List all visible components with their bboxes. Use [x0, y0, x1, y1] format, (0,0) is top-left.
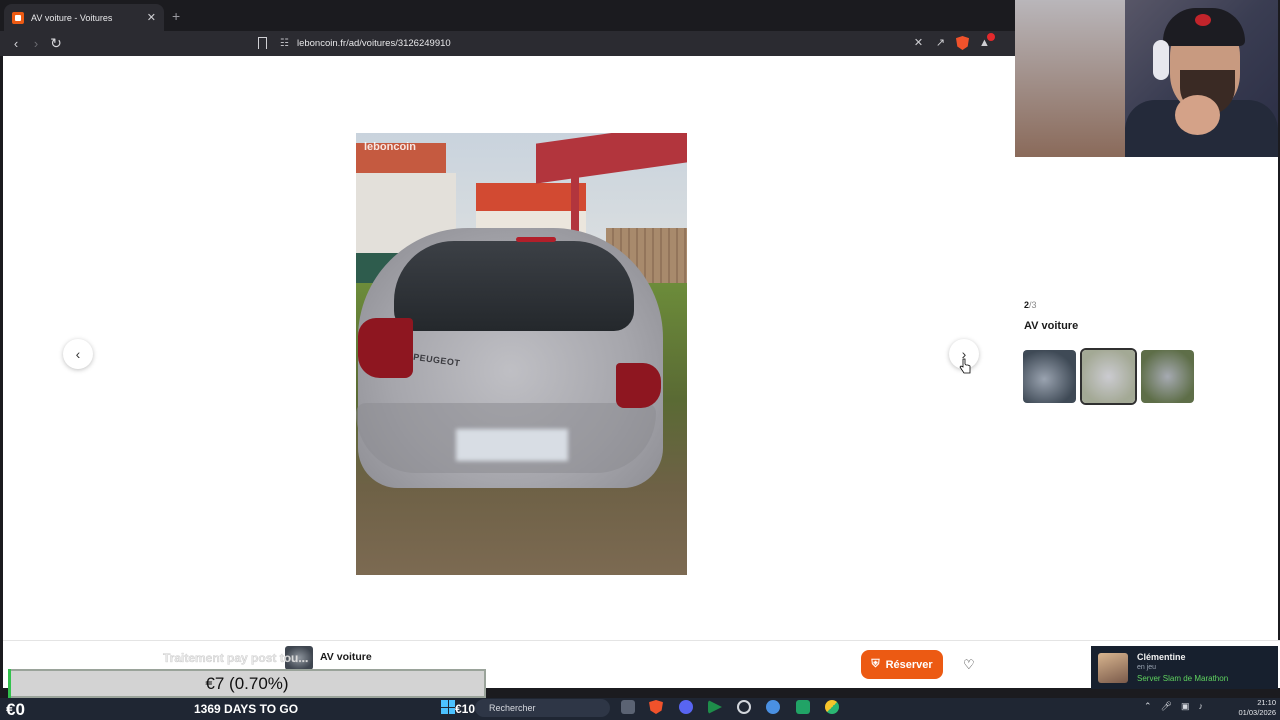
donation-goal-text: €7 (0.70%) — [205, 673, 289, 693]
reserve-label: Réserver — [885, 658, 933, 671]
ad-title: AV voiture — [1024, 320, 1079, 332]
friend-status: en jeu — [1137, 664, 1157, 671]
browser-tab[interactable]: AV voiture - Voitures ✕ — [4, 4, 164, 31]
task-view-icon[interactable] — [621, 700, 635, 714]
thumbnail-3[interactable] — [1141, 350, 1194, 403]
volume-icon[interactable]: ♪ — [1199, 701, 1204, 712]
friend-name: Clémentine — [1137, 652, 1186, 662]
heart-icon[interactable]: ♡ — [963, 657, 975, 673]
chevron-up-icon[interactable]: ⌃ — [1144, 701, 1152, 712]
streamer-webcam — [1015, 0, 1278, 157]
address-bar[interactable]: ☷ leboncoin.fr/ad/voitures/3126249910 — [280, 34, 1000, 53]
brave-shields-icon[interactable] — [956, 36, 969, 50]
windows-start-icon[interactable] — [441, 700, 455, 714]
tab-close-icon[interactable]: ✕ — [147, 11, 156, 24]
ad-photo[interactable]: PEUGEOT leboncoin — [356, 133, 687, 575]
shield-icon: ⛨ — [871, 658, 880, 670]
site-settings-icon[interactable]: ☷ — [280, 38, 289, 49]
photo-counter: 2/3 — [1024, 300, 1037, 310]
settings-app-icon[interactable] — [766, 700, 780, 714]
browser-toolbar: ‹ › ↻ ☷ leboncoin.fr/ad/voitures/3126249… — [0, 31, 1015, 56]
share-icon[interactable]: ↗ — [934, 37, 947, 50]
discord-icon[interactable] — [679, 700, 693, 714]
clock-date: 01/03/2026 — [1238, 708, 1276, 717]
days-to-go: 1369 DAYS TO GO — [194, 702, 299, 716]
obs-icon[interactable] — [737, 700, 751, 714]
bookmark-icon[interactable] — [258, 37, 267, 49]
tab-title: AV voiture - Voitures — [31, 12, 113, 23]
translate-icon[interactable]: ✕ — [912, 37, 925, 50]
leboncoin-favicon-icon — [12, 11, 24, 24]
friend-game: Server Slam de Marathon — [1137, 674, 1229, 683]
back-arrow-icon[interactable]: ‹ — [6, 36, 26, 51]
donation-goal-fill — [8, 669, 11, 698]
system-tray: ⌃ 🎤︎ ▣ ♪ — [1144, 701, 1203, 712]
thumbnail-1[interactable] — [1023, 350, 1076, 403]
url-text[interactable]: leboncoin.fr/ad/voitures/3126249910 — [297, 38, 451, 49]
app-icon[interactable] — [825, 700, 839, 714]
sticky-ad-title: AV voiture — [320, 651, 372, 663]
donation-goal-bar: €7 (0.70%) — [8, 669, 486, 698]
previous-photo-button[interactable]: ‹ — [63, 339, 93, 369]
reload-icon[interactable]: ↻ — [46, 35, 66, 52]
microphone-icon[interactable]: 🎤︎ — [1161, 701, 1172, 712]
avatar — [1098, 653, 1128, 683]
stream-overlay-text: Traitement pay post tou... — [163, 651, 309, 665]
chevron-left-icon: ‹ — [75, 346, 81, 362]
taskbar-search[interactable]: Rechercher — [475, 699, 610, 717]
forward-arrow-icon[interactable]: › — [26, 36, 46, 51]
friend-notification: Clémentine en jeu Server Slam de Maratho… — [1091, 646, 1278, 689]
thumbnail-2[interactable] — [1082, 350, 1135, 403]
reserve-button[interactable]: ⛨ Réserver — [861, 650, 943, 679]
hand-cursor-icon — [959, 358, 971, 374]
windows-taskbar — [0, 698, 1280, 720]
rewards-icon[interactable]: ▲ — [978, 32, 995, 50]
toolbar-actions: ✕ ↗ ▲ — [912, 32, 995, 50]
new-tab-button[interactable]: + — [172, 8, 180, 24]
money-current: €0 — [6, 700, 25, 719]
network-icon[interactable]: ▣ — [1181, 701, 1190, 712]
excel-icon[interactable] — [796, 700, 810, 714]
taskbar-clock[interactable]: 21:10 01/03/2026 — [1226, 698, 1276, 718]
clock-time: 21:10 — [1257, 698, 1276, 707]
leboncoin-watermark: leboncoin — [364, 141, 416, 153]
